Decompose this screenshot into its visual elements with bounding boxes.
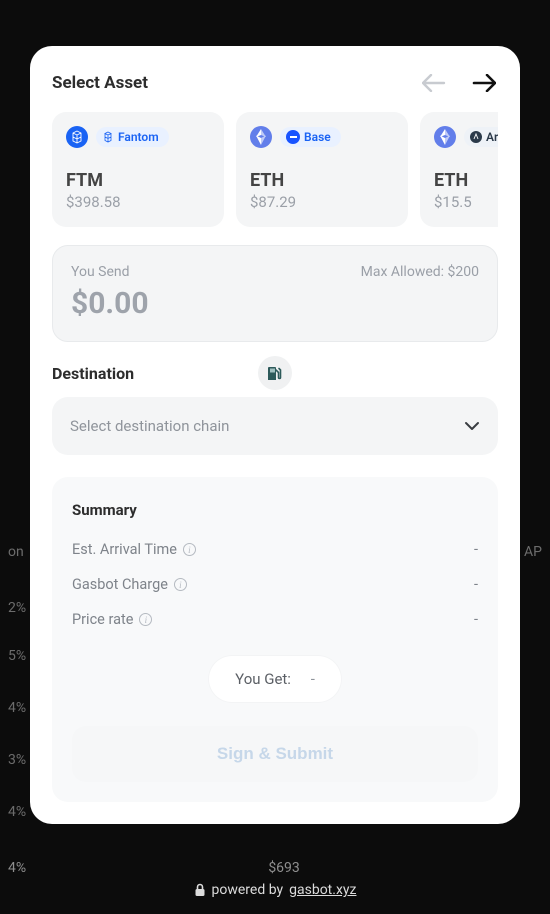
asset-list: Fantom FTM $398.58 Base ETH $87.29 xyxy=(52,112,498,227)
you-get-pill: You Get: - xyxy=(209,656,341,702)
max-allowed-label: Max Allowed: $200 xyxy=(361,264,479,280)
ethereum-icon xyxy=(434,126,456,148)
asset-value: $15.5 xyxy=(434,193,498,211)
asset-value: $398.58 xyxy=(66,193,210,211)
next-button[interactable] xyxy=(468,72,498,94)
destination-placeholder: Select destination chain xyxy=(70,417,229,435)
summary-label: Price rate xyxy=(72,611,133,628)
nav-arrows xyxy=(420,72,498,94)
chevron-down-icon xyxy=(464,421,480,431)
modal-header: Select Asset xyxy=(52,72,498,94)
summary-value: - xyxy=(474,576,478,593)
summary-line-rate: Price rate i - xyxy=(72,611,478,628)
you-get-value: - xyxy=(311,670,315,688)
chain-name: Arb xyxy=(486,130,498,144)
summary-value: - xyxy=(474,541,478,558)
arbitrum-chain-icon xyxy=(470,131,482,143)
footer-prefix: powered by xyxy=(212,882,284,898)
you-send-label: You Send xyxy=(71,264,130,280)
send-amount-input[interactable]: $0.00 xyxy=(71,286,479,321)
arrow-left-icon xyxy=(422,74,448,92)
summary-label: Gasbot Charge xyxy=(72,576,168,593)
footer-link[interactable]: gasbot.xyz xyxy=(289,882,356,898)
footer: powered by gasbot.xyz xyxy=(0,882,550,898)
info-icon[interactable]: i xyxy=(174,578,187,591)
chain-row: Arb xyxy=(434,126,498,148)
destination-select[interactable]: Select destination chain xyxy=(52,397,498,455)
you-send-box[interactable]: You Send Max Allowed: $200 $0.00 xyxy=(52,245,498,342)
prev-button[interactable] xyxy=(420,72,450,94)
asset-symbol: FTM xyxy=(66,170,210,191)
chain-name: Base xyxy=(304,130,331,144)
chain-name: Fantom xyxy=(118,130,159,144)
gas-pump-icon xyxy=(266,364,284,382)
destination-title: Destination xyxy=(52,364,134,383)
summary-box: Summary Est. Arrival Time i - Gasbot Cha… xyxy=(52,477,498,802)
asset-card-ftm-fantom[interactable]: Fantom FTM $398.58 xyxy=(52,112,224,227)
chain-pill: Base xyxy=(280,127,341,147)
summary-value: - xyxy=(474,611,478,628)
chain-pill: Fantom xyxy=(96,127,169,147)
asset-card-eth-arbitrum[interactable]: Arb ETH $15.5 xyxy=(420,112,498,227)
chain-row: Fantom xyxy=(66,126,210,148)
destination-header: Destination xyxy=(52,364,498,383)
summary-label: Est. Arrival Time xyxy=(72,541,177,558)
ethereum-icon xyxy=(250,126,272,148)
info-icon[interactable]: i xyxy=(183,543,196,556)
bg-row: 4%$693 xyxy=(0,860,550,876)
summary-title: Summary xyxy=(72,501,478,519)
summary-line-charge: Gasbot Charge i - xyxy=(72,576,478,593)
asset-card-eth-base[interactable]: Base ETH $87.29 xyxy=(236,112,408,227)
arrow-right-icon xyxy=(470,74,496,92)
fantom-chain-icon xyxy=(66,126,88,148)
chain-pill: Arb xyxy=(464,127,498,147)
asset-symbol: ETH xyxy=(434,170,498,191)
send-top-row: You Send Max Allowed: $200 xyxy=(71,264,479,280)
you-get-label: You Get: xyxy=(235,670,291,688)
gas-pump-badge xyxy=(258,356,292,390)
asset-symbol: ETH xyxy=(250,170,394,191)
summary-line-arrival: Est. Arrival Time i - xyxy=(72,541,478,558)
asset-value: $87.29 xyxy=(250,193,394,211)
info-icon[interactable]: i xyxy=(139,613,152,626)
lock-icon xyxy=(194,883,206,897)
sign-submit-button[interactable]: Sign & Submit xyxy=(72,726,478,782)
fantom-mini-icon xyxy=(102,131,114,143)
chain-row: Base xyxy=(250,126,394,148)
page-title: Select Asset xyxy=(52,73,148,93)
base-chain-icon xyxy=(286,130,300,144)
gasbot-modal: Select Asset Fantom FTM $398.58 xyxy=(30,46,520,824)
